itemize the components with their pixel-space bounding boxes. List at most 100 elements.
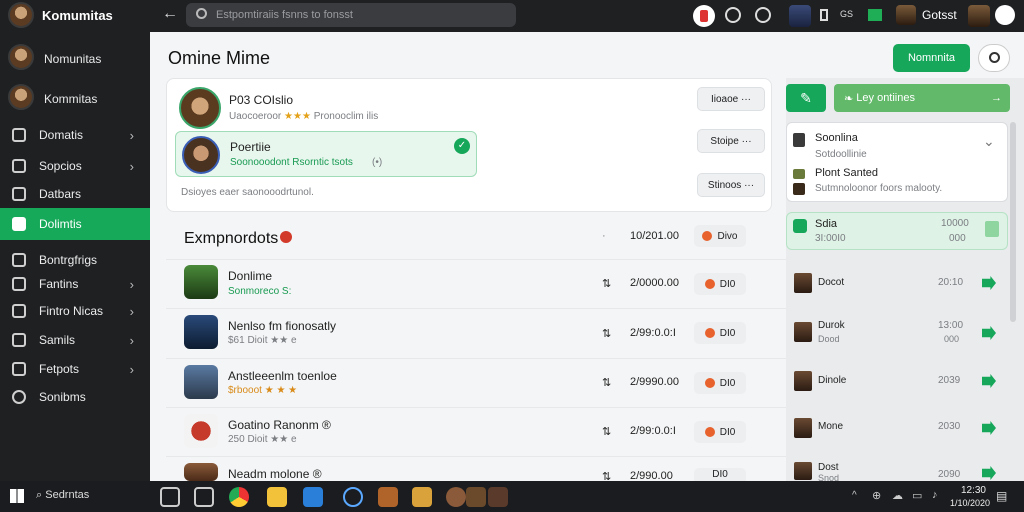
clock-app-icon[interactable] <box>343 487 363 507</box>
profile-name-2[interactable]: Kommitas <box>44 92 97 106</box>
dropdown-item[interactable]: Plont Santed <box>815 167 878 179</box>
friend-sub2: Pronooclim ilis <box>313 111 379 122</box>
game-icon[interactable] <box>412 487 432 507</box>
status-tag[interactable]: DI0 <box>694 372 746 394</box>
star-rating: ★★★ <box>284 111 311 122</box>
sort-icon[interactable]: ⇅ <box>602 277 611 290</box>
sidebar-item-sonibms[interactable]: Sonibms <box>0 384 150 410</box>
sort-icon[interactable]: ⇅ <box>602 327 611 340</box>
row-title[interactable]: Neadm molone ® <box>228 467 322 481</box>
sidebar-item-samils[interactable]: Samils › <box>0 327 150 353</box>
clock-time[interactable]: 12:30 <box>956 485 986 496</box>
chevron-down-icon[interactable]: ⌄ <box>983 133 995 150</box>
row-title[interactable]: Nenlso fm fionosatly <box>228 319 336 333</box>
row-title[interactable]: Donlime <box>228 269 272 283</box>
sidebar-item-label: Domatis <box>39 128 84 142</box>
sidebar-item-fintro-nicas[interactable]: Fintro Nicas › <box>0 298 150 324</box>
clock-icon[interactable] <box>755 7 771 23</box>
row-title[interactable]: Anstleeenlm toenloe <box>228 369 337 383</box>
taskbar-search[interactable]: ⌕ Sedrntas <box>36 489 89 502</box>
game-thumbnail[interactable] <box>184 365 218 399</box>
action-pill[interactable]: Iioaoe ··· <box>697 87 765 111</box>
avatar[interactable] <box>8 44 34 70</box>
row-date: 2/9990.00 <box>630 376 679 388</box>
status-tag[interactable]: DI0 <box>694 273 746 295</box>
sidebar-item-sopcios[interactable]: Sopcios › <box>0 153 150 179</box>
status-tag[interactable]: DI0 <box>694 322 746 344</box>
more-icon: ··· <box>744 179 755 191</box>
search-icon[interactable] <box>978 44 1010 72</box>
action-pill[interactable]: Stinoos ··· <box>697 173 765 197</box>
list-value: 2030 <box>938 421 961 432</box>
sidebar-item-domatis[interactable]: Domatis › <box>0 122 150 148</box>
user-name[interactable]: Gotsst <box>922 8 957 22</box>
task-view-icon[interactable] <box>160 487 180 507</box>
list-item[interactable]: Dost Snod 2090 <box>786 454 1024 483</box>
status-tag[interactable]: Divo <box>694 225 746 247</box>
primary-button[interactable]: Nomnnita <box>893 44 970 72</box>
signal-icon: GS <box>840 9 854 19</box>
list-item[interactable]: Dinole 2039 <box>786 358 1024 406</box>
avatar[interactable] <box>968 5 990 27</box>
game-thumbnail[interactable] <box>184 414 218 448</box>
arrow-right-icon: → <box>991 92 1002 104</box>
pencil-icon <box>12 362 26 376</box>
volume-icon[interactable]: ♪ <box>932 489 938 501</box>
friend-highlight[interactable]: Poertiie Soonooodont Rsorntic tsots (•) … <box>175 131 477 177</box>
sidebar-item-fetpots[interactable]: Fetpots › <box>0 356 150 382</box>
window-icon[interactable] <box>194 487 214 507</box>
status-tag[interactable]: DI0 <box>694 421 746 443</box>
sidebar-item-fantins[interactable]: Fantins › <box>0 271 150 297</box>
clock-date[interactable]: 1/10/2020 <box>946 498 990 508</box>
network-icon[interactable]: ⊕ <box>872 489 881 502</box>
friend-name[interactable]: P03 COIslio <box>229 93 293 107</box>
highlight-row[interactable]: Sdia 3I:00I0 10000 000 <box>786 212 1008 250</box>
search-input[interactable]: Estpomtiraiis fsnns to fonsst <box>186 3 516 27</box>
sidebar-item-bontrgfrigs[interactable]: Bontrgfrigs <box>0 247 150 273</box>
windows-start-icon[interactable] <box>10 489 24 503</box>
avatar[interactable] <box>896 5 916 25</box>
sidebar-item-datbars[interactable]: Datbars <box>0 181 150 207</box>
game-thumbnail[interactable] <box>184 265 218 299</box>
notification-icon[interactable] <box>693 5 715 27</box>
back-arrow-icon[interactable]: ← <box>162 5 178 23</box>
search-icon <box>196 8 207 19</box>
friend-sub: Uaocoeroor <box>229 111 282 122</box>
app-icon[interactable] <box>303 487 323 507</box>
game-icon[interactable] <box>488 487 508 507</box>
avatar <box>794 273 812 293</box>
game-icon[interactable] <box>466 487 486 507</box>
chrome-icon[interactable] <box>229 487 249 507</box>
status-tag[interactable]: DI0 <box>694 468 746 481</box>
gamepad-icon <box>12 128 26 142</box>
profile-name-1[interactable]: Nomunitas <box>44 52 101 66</box>
list-item[interactable]: Durok Dood 13:00 000 <box>786 308 1024 356</box>
list-value: 2090 <box>938 469 961 480</box>
sort-icon[interactable]: ⇅ <box>602 425 611 438</box>
game-thumbnail[interactable] <box>184 315 218 349</box>
cloud-icon[interactable]: ☁ <box>892 489 903 502</box>
game-icon[interactable] <box>446 487 466 507</box>
avatar[interactable] <box>8 84 34 110</box>
game-icon[interactable] <box>378 487 398 507</box>
list-item[interactable]: Mone 2030 <box>786 406 1024 454</box>
sidebar-item-dolimtis[interactable]: Dolimtis <box>0 208 150 240</box>
action-pill[interactable]: Stoipe ··· <box>697 129 765 153</box>
avatar[interactable] <box>789 5 811 27</box>
chevron-up-icon[interactable]: ^ <box>852 490 857 501</box>
row-title[interactable]: Goatino Ranonm ® <box>228 418 331 432</box>
avatar[interactable] <box>179 87 221 129</box>
chevron-right-icon: › <box>129 276 134 292</box>
chat-icon[interactable] <box>725 7 741 23</box>
notification-center-icon[interactable]: ▤ <box>996 489 1007 503</box>
dropdown-item[interactable]: Soonlina <box>815 132 858 144</box>
scrollbar[interactable] <box>1010 122 1016 322</box>
edit-icon[interactable]: ✎ <box>786 84 826 112</box>
folder-icon[interactable] <box>267 487 287 507</box>
sort-icon[interactable]: ⇅ <box>602 376 611 389</box>
display-icon[interactable]: ▭ <box>912 489 922 502</box>
game-thumbnail[interactable] <box>184 463 218 481</box>
top-right-button[interactable]: ❧ Ley ontiines → <box>834 84 1010 112</box>
list-item[interactable]: Docot 20:10 <box>786 259 1024 307</box>
profile-icon[interactable] <box>995 5 1015 25</box>
